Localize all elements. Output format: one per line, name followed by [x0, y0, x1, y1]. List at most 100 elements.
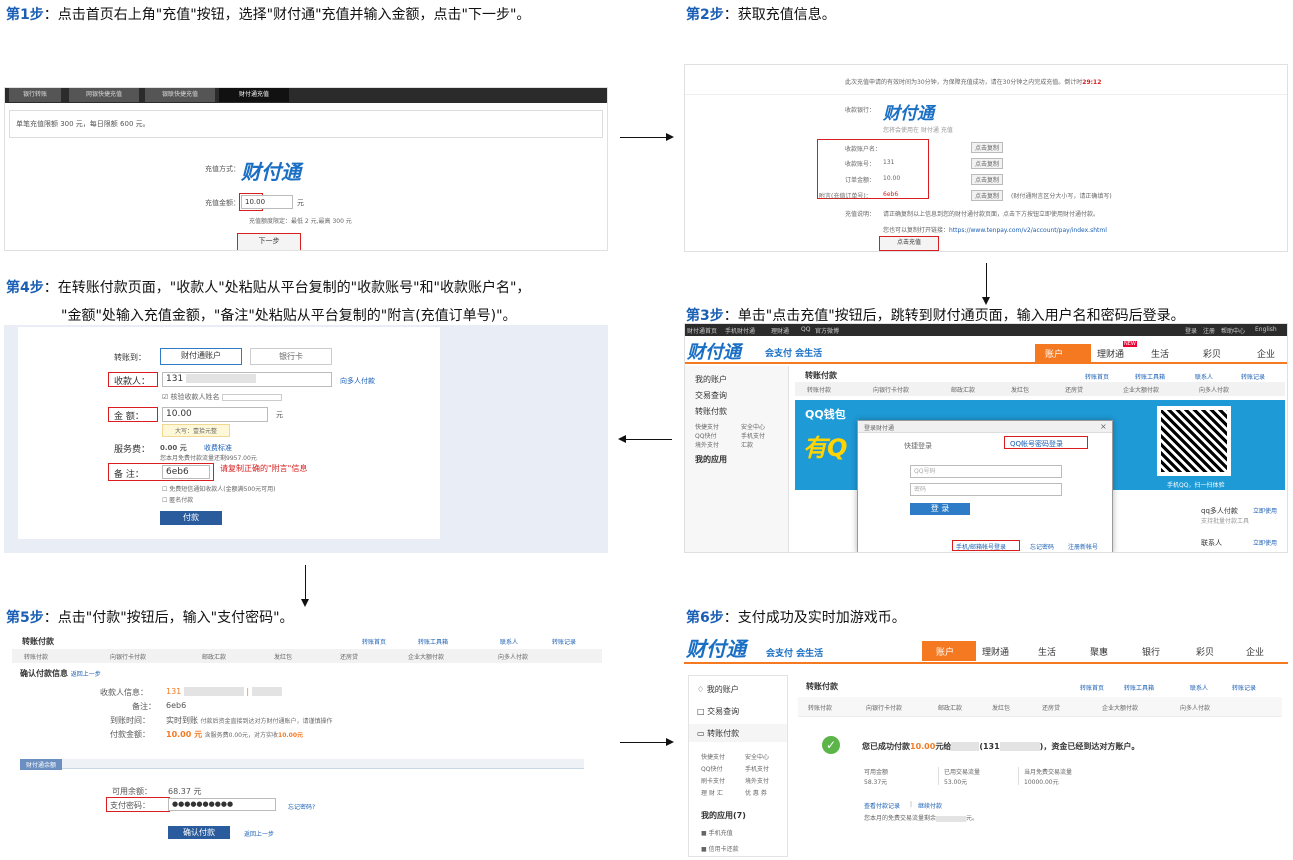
sidebar-quickpay[interactable]: 快捷支付: [695, 422, 719, 431]
toolbar5-enterprise[interactable]: 企业大额付款: [408, 652, 444, 661]
nav6-account[interactable]: 账户: [936, 645, 954, 658]
forgot-password-link[interactable]: 忘记密码: [1030, 542, 1054, 551]
back-link-2[interactable]: 返回上一步: [244, 829, 274, 838]
topbar-home[interactable]: 财付通首页: [687, 326, 717, 335]
view-records-link[interactable]: 查看付款记录: [864, 801, 900, 810]
tab-tenpay[interactable]: 财付通充值: [219, 88, 289, 102]
register-link[interactable]: 注册新帐号: [1068, 542, 1098, 551]
link-contacts[interactable]: 联系人: [1195, 372, 1213, 381]
toolbar-multi[interactable]: 向多人付款: [1199, 385, 1229, 394]
sidebar-mobilepay[interactable]: 手机支付: [741, 431, 765, 440]
close-icon[interactable]: ×: [1100, 422, 1107, 431]
toolbar6-multi[interactable]: 向多人付款: [1180, 703, 1210, 712]
nav6-licaitong[interactable]: 理财通: [982, 645, 1009, 658]
sidebar6-trade-query[interactable]: □ 交易查询: [697, 706, 739, 717]
toolbar-transfer[interactable]: 转账付款: [807, 385, 831, 394]
toolbar6-mortgage[interactable]: 还房贷: [1042, 703, 1060, 712]
topbar-mobile[interactable]: 手机财付通: [725, 326, 755, 335]
copy-button-4[interactable]: 点击复制: [971, 190, 1004, 201]
sidebar-trade-query[interactable]: 交易查询: [695, 390, 727, 401]
toolbar-redpacket[interactable]: 发红包: [1011, 385, 1029, 394]
mobile-email-login-link[interactable]: 手机/邮箱帐号登录: [956, 542, 1006, 551]
sidebar-qqpay[interactable]: QQ快付: [695, 431, 716, 440]
link-transfer-home[interactable]: 转账首页: [1085, 372, 1109, 381]
link6-records[interactable]: 转账记录: [1232, 683, 1256, 692]
tab-quick-login[interactable]: 快捷登录: [904, 441, 932, 451]
nav6-life[interactable]: 生活: [1038, 645, 1056, 658]
pay-password-input[interactable]: ●●●●●●●●●●: [168, 798, 276, 811]
topbar-weibo[interactable]: 官方微博: [815, 326, 839, 335]
amount-input[interactable]: 10.00: [241, 195, 293, 209]
nav-life[interactable]: 生活: [1151, 347, 1169, 360]
nav6-bank[interactable]: 银行: [1142, 645, 1160, 658]
sidebar6-overseas[interactable]: 境外支付: [745, 776, 769, 785]
sidebar-my-account[interactable]: 我的账户: [695, 374, 727, 385]
tab-bank-transfer[interactable]: 银行转账: [9, 88, 61, 102]
sidebar6-security[interactable]: 安全中心: [745, 752, 769, 761]
toolbar5-mortgage[interactable]: 还房贷: [340, 652, 358, 661]
toolbar6-to-bank[interactable]: 向银行卡付款: [866, 703, 902, 712]
topbar-register[interactable]: 注册: [1203, 326, 1215, 335]
nav6-juhui[interactable]: 聚惠: [1090, 645, 1108, 658]
app-phone-recharge[interactable]: ■ 手机充值: [701, 828, 733, 837]
nav-caibei[interactable]: 彩贝: [1203, 347, 1221, 360]
tab-unionpay[interactable]: 银联快捷充值: [145, 88, 215, 102]
link6-contacts[interactable]: 联系人: [1190, 683, 1208, 692]
topbar-help[interactable]: 帮助中心: [1221, 326, 1245, 335]
sidebar-remit[interactable]: 汇款: [741, 440, 753, 449]
back-link[interactable]: 返回上一步: [71, 671, 101, 678]
sidebar6-quickpay[interactable]: 快捷支付: [701, 752, 725, 761]
sidebar6-cardpay[interactable]: 刷卡支付: [701, 776, 725, 785]
login-button[interactable]: 登 录: [910, 503, 970, 515]
toolbar5-to-bank[interactable]: 向银行卡付款: [110, 652, 146, 661]
multi-pay-link[interactable]: 向多人付款: [340, 376, 375, 386]
link-records[interactable]: 转账记录: [1241, 372, 1265, 381]
sidebar6-transfer[interactable]: ▭ 转账付款: [697, 728, 739, 739]
charge-button[interactable]: 点击充值: [879, 236, 939, 251]
toolbar6-enterprise[interactable]: 企业大额付款: [1102, 703, 1138, 712]
link6-transfer-home[interactable]: 转账首页: [1080, 683, 1104, 692]
link-toolbox-5[interactable]: 转账工具箱: [418, 637, 448, 646]
toolbar-to-bank[interactable]: 向银行卡付款: [873, 385, 909, 394]
nav-enterprise[interactable]: 企业: [1257, 347, 1275, 360]
nav6-caibei[interactable]: 彩贝: [1196, 645, 1214, 658]
payee-input[interactable]: 131: [162, 372, 332, 387]
confirm-pay-button[interactable]: 确认付款: [168, 826, 230, 839]
pay-button[interactable]: 付款: [160, 511, 222, 525]
right-contacts-action[interactable]: 立即使用: [1253, 538, 1277, 547]
sidebar6-coupons[interactable]: 优 惠 券: [745, 788, 767, 797]
toolbar5-redpacket[interactable]: 发红包: [274, 652, 292, 661]
toolbar5-postal[interactable]: 邮政汇款: [202, 652, 226, 661]
toolbar5-multi[interactable]: 向多人付款: [498, 652, 528, 661]
sms-option[interactable]: ☐ 免费短信通知收款人(金额满500元可用): [162, 484, 275, 493]
tab-tenpay-account[interactable]: 财付通账户: [160, 348, 242, 365]
tenpay-url-link[interactable]: https://www.tenpay.com/v2/account/pay/in…: [949, 227, 1107, 234]
sidebar6-my-account[interactable]: ♢ 我的账户: [697, 684, 739, 695]
toolbar6-redpacket[interactable]: 发红包: [992, 703, 1010, 712]
sidebar-transfer[interactable]: 转账付款: [695, 406, 727, 417]
tab-online-bank[interactable]: 网银快捷充值: [69, 88, 139, 102]
app-credit-card[interactable]: ■ 信用卡还款: [701, 844, 739, 853]
copy-button-2[interactable]: 点击复制: [971, 158, 1004, 169]
fee-standard-link[interactable]: 收费标准: [204, 443, 232, 453]
topbar-login[interactable]: 登录: [1185, 326, 1197, 335]
toolbar-mortgage[interactable]: 还房贷: [1065, 385, 1083, 394]
sidebar-security[interactable]: 安全中心: [741, 422, 765, 431]
link6-toolbox[interactable]: 转账工具箱: [1124, 683, 1154, 692]
verify-name-row[interactable]: ☑ 核验收款人姓名: [162, 392, 282, 402]
continue-pay-link[interactable]: 继续付款: [918, 801, 942, 810]
copy-button-3[interactable]: 点击复制: [971, 174, 1004, 185]
topbar-licaitong[interactable]: 理财通: [771, 326, 789, 335]
toolbar6-postal[interactable]: 邮政汇款: [938, 703, 962, 712]
toolbar5-transfer[interactable]: 转账付款: [24, 652, 48, 661]
topbar-qq[interactable]: QQ: [801, 326, 810, 333]
link-records-5[interactable]: 转账记录: [552, 637, 576, 646]
sidebar6-qqpay[interactable]: QQ快付: [701, 764, 722, 773]
toolbar-postal[interactable]: 邮政汇款: [951, 385, 975, 394]
toolbar6-transfer[interactable]: 转账付款: [808, 703, 832, 712]
tab-bank-card[interactable]: 银行卡: [250, 348, 332, 365]
topbar-english[interactable]: English: [1255, 326, 1277, 333]
link-toolbox[interactable]: 转账工具箱: [1135, 372, 1165, 381]
nav6-enterprise[interactable]: 企业: [1246, 645, 1264, 658]
memo-input[interactable]: 6eb6: [162, 465, 210, 479]
